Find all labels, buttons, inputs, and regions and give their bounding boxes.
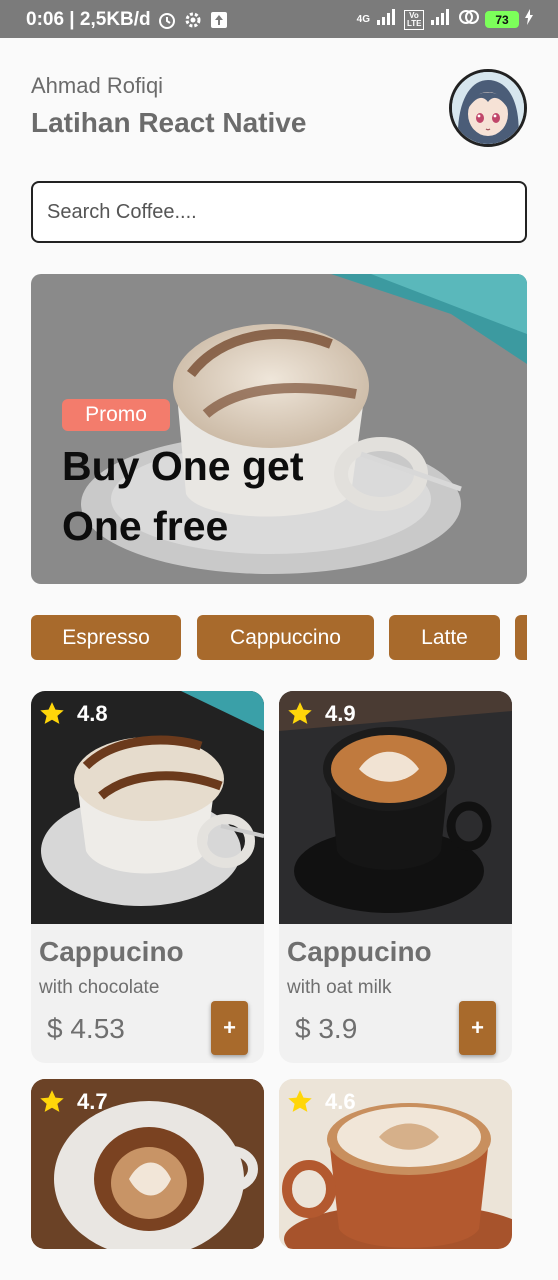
category-latte[interactable]: Latte xyxy=(389,615,500,660)
battery-icon: 73 xyxy=(485,11,519,28)
product-card[interactable]: 4.7 xyxy=(31,1079,264,1249)
promo-badge: Promo xyxy=(62,399,170,431)
product-description: with chocolate xyxy=(39,977,160,998)
status-bar: 0:06 | 2,5KB/d 4G Vo LTE 73 xyxy=(0,0,558,38)
rating-value: 4.9 xyxy=(325,701,356,726)
status-left: 0:06 | 2,5KB/d xyxy=(26,9,229,31)
avatar[interactable] xyxy=(449,69,527,147)
product-card[interactable]: 4.8 Cappucino with chocolate $ 4.53 + xyxy=(31,691,264,1063)
promo-headline: Buy One get One free xyxy=(62,443,304,549)
product-name: Cappucino xyxy=(287,936,432,967)
signal-icon xyxy=(429,8,453,31)
star-icon xyxy=(288,702,312,724)
product-name: Cappucino xyxy=(39,936,184,967)
product-card[interactable]: 4.6 xyxy=(279,1079,512,1249)
hotspot-icon xyxy=(458,8,480,31)
volte-label: Vo LTE xyxy=(404,9,424,30)
product-card[interactable]: 4.9 Cappucino with oat milk $ 3.9 + xyxy=(279,691,512,1063)
upload-icon xyxy=(209,10,229,30)
rating-value: 4.6 xyxy=(325,1089,356,1114)
rating-value: 4.8 xyxy=(77,701,108,726)
rating: 4.7 xyxy=(39,1089,108,1115)
product-price: $ 3.9 xyxy=(295,1013,358,1044)
network-label: 4G xyxy=(356,14,370,25)
product-price: $ 4.53 xyxy=(47,1013,125,1044)
category-list: Espresso Cappuccino Latte xyxy=(31,615,527,661)
page-title: Latihan React Native xyxy=(31,107,307,138)
rating: 4.8 xyxy=(39,701,108,727)
star-icon xyxy=(288,1090,312,1112)
category-cappuccino[interactable]: Cappuccino xyxy=(197,615,374,660)
category-partial[interactable] xyxy=(515,615,527,660)
rating-value: 4.7 xyxy=(77,1089,108,1114)
add-to-cart-button[interactable]: + xyxy=(459,1001,496,1055)
promo-banner[interactable]: Promo Buy One get One free xyxy=(31,274,527,584)
star-icon xyxy=(40,1090,64,1112)
alarm-icon xyxy=(157,10,177,30)
star-icon xyxy=(40,702,64,724)
charging-icon xyxy=(524,9,534,30)
user-name: Ahmad Rofiqi xyxy=(31,73,164,98)
status-right: 4G Vo LTE 73 xyxy=(357,8,534,31)
status-time-speed: 0:06 | 2,5KB/d xyxy=(26,9,151,30)
add-to-cart-button[interactable]: + xyxy=(211,1001,248,1055)
rating: 4.6 xyxy=(287,1089,356,1115)
rating: 4.9 xyxy=(287,701,356,727)
signal-icon xyxy=(375,8,399,31)
search-input[interactable] xyxy=(31,181,527,243)
category-espresso[interactable]: Espresso xyxy=(31,615,181,660)
gear-icon xyxy=(183,10,203,30)
product-description: with oat milk xyxy=(287,977,392,998)
